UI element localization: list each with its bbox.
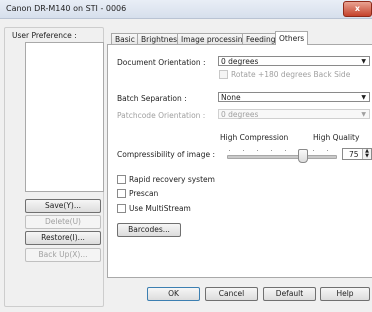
ok-button-label: OK [168,289,179,298]
document-orientation-select[interactable]: 0 degrees ▼ [218,56,370,66]
cancel-button-label: Cancel [218,289,245,298]
batch-separation-label: Batch Separation : [117,94,187,103]
backup-button[interactable]: Back Up(X)... [25,248,101,262]
compressibility-value: 75 [349,150,359,159]
help-button[interactable]: Help [320,287,370,301]
document-orientation-value: 0 degrees [221,57,259,66]
compressibility-label: Compressibility of image : [117,150,215,159]
delete-button-label: Delete(U) [45,217,81,226]
close-button[interactable]: x [343,1,372,17]
patchcode-orientation-value: 0 degrees [221,110,259,119]
help-button-label: Help [336,289,354,298]
others-tab-panel [107,44,372,278]
batch-separation-value: None [221,93,241,102]
prescan-checkbox[interactable] [117,189,126,198]
backup-button-label: Back Up(X)... [38,250,88,259]
high-quality-label: High Quality [313,133,360,142]
multistream-checkbox[interactable] [117,204,126,213]
ok-button[interactable]: OK [147,287,200,301]
restore-button-label: Restore(I)... [41,233,85,242]
save-button[interactable]: Save(Y)... [25,199,101,213]
close-icon: x [354,4,361,13]
user-preference-label: User Preference : [10,31,79,40]
spin-arrows-icon[interactable]: ▲ ▼ [362,149,371,159]
patchcode-orientation-label: Patchcode Orientation : [117,111,206,120]
rapid-recovery-label: Rapid recovery system [129,175,215,184]
batch-separation-select[interactable]: None ▼ [218,92,370,102]
title-bar: Canon DR-M140 on STI - 0006 x [0,0,372,19]
save-button-label: Save(Y)... [45,201,81,210]
compressibility-slider-thumb[interactable] [298,149,308,163]
barcodes-button[interactable]: Barcodes... [117,223,181,237]
delete-button[interactable]: Delete(U) [25,215,101,229]
user-preference-list[interactable] [25,42,104,192]
chevron-down-icon: ▼ [361,58,366,65]
compressibility-slider-track[interactable] [227,155,337,159]
patchcode-orientation-select[interactable]: 0 degrees ▼ [218,109,370,119]
rotate-back-side-label: Rotate +180 degrees Back Side [231,70,351,79]
chevron-down-icon: ▼ [361,111,366,118]
cancel-button[interactable]: Cancel [205,287,258,301]
window-title: Canon DR-M140 on STI - 0006 [6,4,127,13]
tab-others[interactable]: Others [275,31,309,45]
high-compression-label: High Compression [220,133,289,142]
multistream-label: Use MultiStream [129,204,191,213]
restore-button[interactable]: Restore(I)... [25,231,101,245]
barcodes-button-label: Barcodes... [128,225,170,234]
scanner-settings-dialog: Canon DR-M140 on STI - 0006 x User Prefe… [0,0,372,312]
document-orientation-label: Document Orientation : [117,58,206,67]
default-button-label: Default [275,289,304,298]
chevron-down-icon: ▼ [361,94,366,101]
rapid-recovery-checkbox[interactable] [117,175,126,184]
prescan-label: Prescan [129,189,159,198]
default-button[interactable]: Default [263,287,316,301]
compressibility-spinbox[interactable]: 75 ▲ ▼ [342,148,372,160]
rotate-back-side-checkbox[interactable] [219,70,228,79]
